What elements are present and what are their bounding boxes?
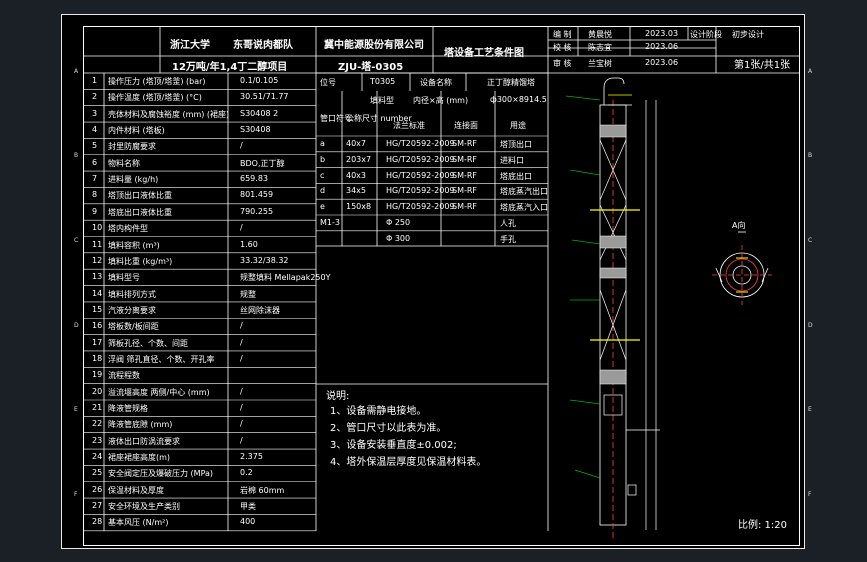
- view-label: A向: [732, 221, 746, 230]
- tower-drawing: [565, 77, 772, 540]
- scale-text: 比例: 1:20: [738, 520, 788, 531]
